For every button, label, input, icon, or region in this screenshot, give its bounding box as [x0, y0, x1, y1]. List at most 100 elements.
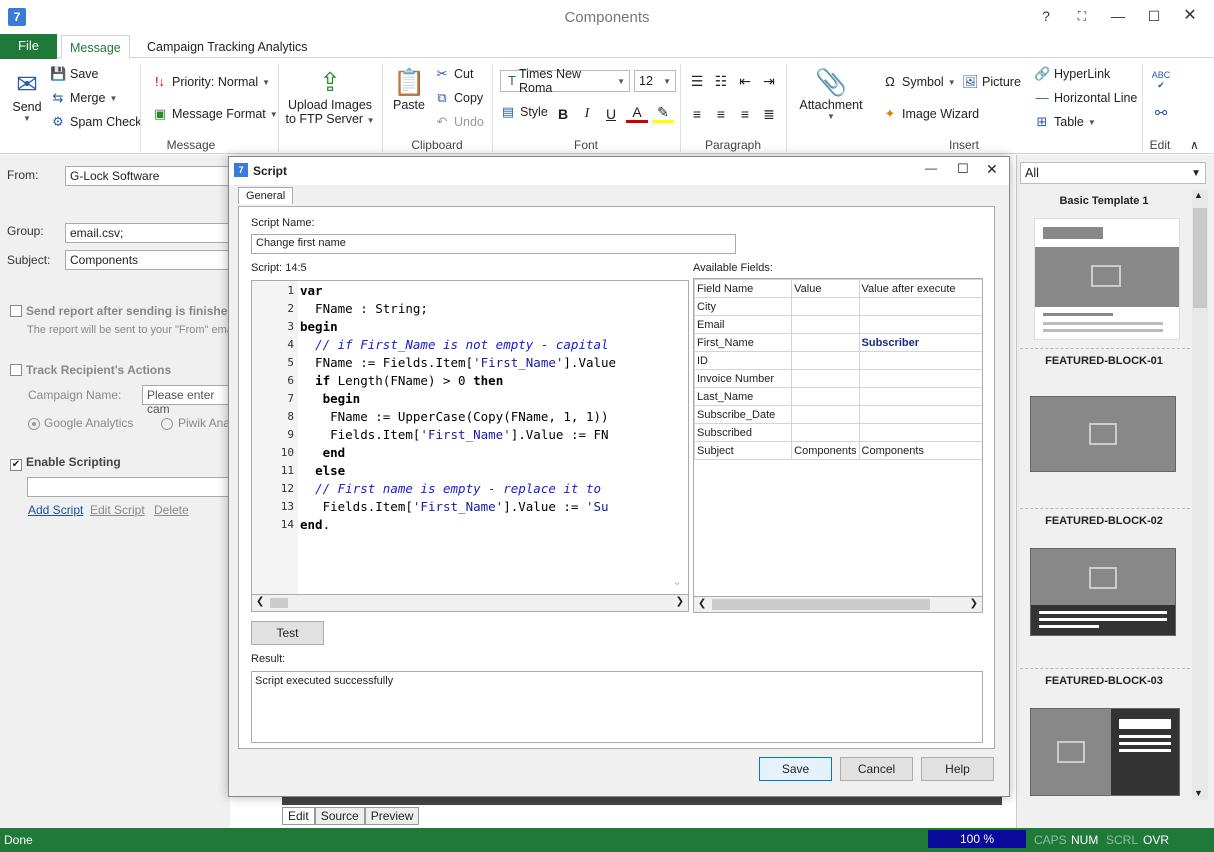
horizontal-line-button[interactable]: ― Horizontal Line — [1034, 90, 1138, 106]
table-cell[interactable] — [858, 387, 982, 406]
table-row[interactable]: First_Name Subscriber — [694, 333, 982, 352]
delete-script-link[interactable]: Delete — [154, 503, 189, 517]
table-cell[interactable]: Subject — [694, 441, 793, 460]
code-line[interactable]: Fields.Item['First_Name'].Value := FN — [300, 427, 608, 442]
collapse-ribbon-icon[interactable]: ∧ — [1190, 138, 1199, 152]
align-right-icon[interactable]: ≡ — [734, 103, 756, 125]
tab-message[interactable]: Message — [61, 35, 130, 59]
table-row[interactable]: Email — [694, 315, 982, 334]
code-line[interactable]: begin — [300, 319, 338, 334]
table-cell[interactable]: Invoice Number — [694, 369, 793, 388]
numbered-list-icon[interactable]: ☰ — [686, 70, 708, 92]
message-format-dropdown[interactable]: ▣ Message Format ▼ — [152, 106, 278, 122]
table-cell[interactable]: Email — [694, 315, 793, 334]
underline-icon[interactable]: U — [600, 103, 622, 125]
tab-general[interactable]: General — [238, 187, 294, 204]
save-button[interactable]: 💾 Save — [50, 66, 99, 82]
table-cell[interactable] — [858, 405, 982, 424]
scroll-right-icon[interactable]: ❯ — [970, 598, 978, 609]
template-thumbnail[interactable] — [1030, 708, 1180, 796]
upload-images-button[interactable]: ⇪ Upload Images to FTP Server ▼ — [282, 66, 378, 126]
code-horizontal-scrollbar[interactable]: ❮ ❯ — [251, 594, 689, 612]
cut-button[interactable]: ✂ Cut — [434, 66, 474, 82]
align-left-icon[interactable]: ≡ — [686, 103, 708, 125]
table-cell[interactable] — [858, 297, 982, 316]
help-button[interactable]: Help — [921, 757, 994, 781]
column-header[interactable]: Field Name — [694, 279, 793, 298]
tab-campaign-tracking[interactable]: Campaign Tracking Analytics — [139, 35, 316, 59]
table-cell[interactable]: Subscribe_Date — [694, 405, 793, 424]
code-line[interactable]: // if First_Name is not empty - capital — [300, 337, 609, 352]
table-cell[interactable] — [791, 351, 860, 370]
code-line[interactable]: end. — [300, 517, 330, 532]
file-tab[interactable]: File — [0, 34, 57, 59]
track-checkbox[interactable] — [10, 364, 22, 379]
undo-button[interactable]: ↶ Undo — [434, 114, 484, 130]
template-thumbnail[interactable] — [1034, 218, 1180, 340]
bullet-list-icon[interactable]: ☷ — [710, 70, 732, 92]
close-button[interactable]: ✕ — [1178, 6, 1202, 26]
scroll-right-icon[interactable]: ❯ — [676, 596, 684, 607]
table-row[interactable]: Invoice Number — [694, 369, 982, 388]
cancel-button[interactable]: Cancel — [840, 757, 913, 781]
save-button[interactable]: Save — [759, 757, 832, 781]
tab-source[interactable]: Source — [314, 807, 365, 825]
script-name-input[interactable]: Change first name — [251, 234, 736, 254]
hyperlink-button[interactable]: 🔗 HyperLink — [1034, 66, 1110, 82]
attachment-button[interactable]: 📎 Attachment ▼ — [796, 66, 866, 121]
code-line[interactable]: var — [300, 283, 323, 298]
send-report-checkbox[interactable] — [10, 305, 22, 320]
table-cell[interactable] — [858, 423, 982, 442]
script-code-editor[interactable]: 1 var 2 FName : String; 3 begin 4 // if First… — [251, 280, 689, 602]
table-row[interactable]: Last_Name — [694, 387, 982, 406]
copy-button[interactable]: ⧉ Copy — [434, 90, 483, 106]
table-cell[interactable]: First_Name — [694, 333, 793, 352]
table-cell[interactable] — [791, 405, 860, 424]
table-row[interactable]: Subscribe_Date — [694, 405, 982, 424]
highlight-icon[interactable]: ✎ — [652, 103, 674, 123]
code-line[interactable]: FName := Fields.Item['First_Name'].Value — [300, 355, 616, 370]
code-line[interactable]: // First name is empty - replace it to — [300, 481, 609, 496]
test-button[interactable]: Test — [251, 621, 324, 645]
dialog-close-button[interactable]: ✕ — [986, 161, 998, 178]
table-row[interactable]: ID — [694, 351, 982, 370]
table-cell[interactable] — [791, 423, 860, 442]
scroll-left-icon[interactable]: ❮ — [698, 598, 706, 609]
table-cell[interactable]: Components — [858, 441, 982, 460]
available-fields-grid[interactable]: Field Name Value Value after execute City Em… — [693, 278, 983, 613]
template-filter-select[interactable]: All ▼ — [1020, 162, 1206, 184]
style-button[interactable]: ▤ Style — [500, 104, 548, 120]
spam-check-button[interactable]: ⚙ Spam Check — [50, 114, 141, 130]
table-cell[interactable] — [858, 351, 982, 370]
table-cell[interactable]: ID — [694, 351, 793, 370]
table-row[interactable]: Subscribed — [694, 423, 982, 442]
table-cell[interactable]: Subscribed — [694, 423, 793, 442]
table-row[interactable]: Subject Components Components — [694, 441, 982, 460]
table-cell[interactable]: Components — [791, 441, 860, 460]
scroll-down-icon[interactable]: ⌄ — [673, 577, 681, 588]
code-line[interactable]: FName := UpperCase(Copy(FName, 1, 1)) — [300, 409, 608, 424]
column-header[interactable]: Value after execute — [858, 279, 982, 298]
scroll-left-icon[interactable]: ❮ — [256, 596, 264, 607]
table-button[interactable]: ⊞ Table ▼ — [1034, 114, 1096, 130]
table-cell[interactable] — [858, 369, 982, 388]
symbol-button[interactable]: Ω Symbol ▼ — [882, 74, 955, 90]
code-line[interactable]: else — [300, 463, 345, 478]
table-cell[interactable] — [858, 315, 982, 334]
table-cell[interactable] — [791, 315, 860, 334]
editor-scrollbar[interactable] — [282, 797, 1002, 805]
table-row[interactable]: City — [694, 297, 982, 316]
template-thumbnail[interactable] — [1030, 548, 1176, 636]
piwik-radio[interactable] — [161, 418, 173, 430]
table-cell[interactable]: Last_Name — [694, 387, 793, 406]
code-line[interactable]: if Length(FName) > 0 then — [300, 373, 503, 388]
table-cell[interactable] — [791, 369, 860, 388]
script-select[interactable] — [27, 477, 230, 497]
tab-preview[interactable]: Preview — [364, 807, 420, 825]
dialog-minimize-button[interactable]: — — [925, 161, 937, 175]
increase-indent-icon[interactable]: ⇥ — [758, 70, 780, 92]
minimize-button[interactable]: — — [1106, 6, 1130, 26]
image-wizard-button[interactable]: ✦ Image Wizard — [882, 106, 980, 122]
font-size-select[interactable]: 12 ▼ — [634, 70, 676, 92]
edit-script-link[interactable]: Edit Script — [90, 503, 145, 517]
